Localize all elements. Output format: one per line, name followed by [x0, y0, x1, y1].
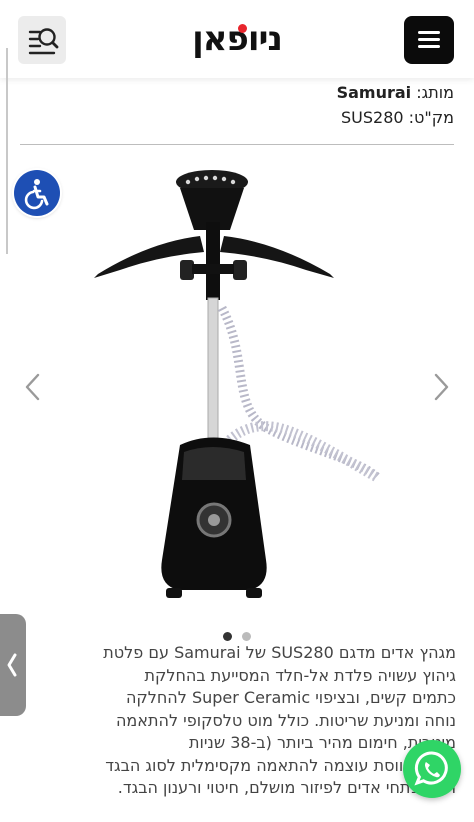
whatsapp-button[interactable] — [403, 740, 461, 798]
carousel-dot[interactable] — [242, 632, 251, 641]
chevron-left-icon — [7, 653, 17, 677]
side-drawer-tab[interactable] — [0, 614, 26, 716]
search-button[interactable] — [18, 16, 66, 64]
hamburger-line — [418, 38, 440, 41]
logo-text: ניופאן — [192, 19, 283, 59]
description-line: נוחה ומניעת שריטות. כולל מוט טלסקופי להת… — [115, 710, 456, 730]
description-line: מגהץ אדים מדגם SUS280 של Samurai עם פלטת — [103, 643, 456, 662]
sku-value: SUS280 — [341, 108, 404, 127]
whatsapp-icon — [414, 751, 448, 786]
description-line: ו-10 פתחי אדים לפיזור מושלם, חיטוי ורענו… — [117, 778, 456, 797]
product-image — [94, 170, 382, 598]
site-logo[interactable]: ניופאן — [170, 18, 304, 60]
brand-label: מותג: — [416, 83, 454, 102]
menu-button[interactable] — [404, 16, 454, 64]
product-meta: מותג: Samurai מק"ט: SUS280 — [34, 80, 454, 130]
search-list-icon — [28, 28, 59, 55]
carousel-dot-active[interactable] — [223, 632, 232, 641]
carousel-prev-arrow-icon[interactable] — [18, 370, 48, 404]
hamburger-line — [418, 45, 440, 48]
description-line: בלבד), ווסת עוצמה להתאמה מקסימלית לסוג ה… — [105, 755, 456, 775]
accessibility-button[interactable] — [14, 170, 60, 216]
sku-row: מק"ט: SUS280 — [34, 105, 454, 130]
sku-label: מק"ט: — [408, 108, 454, 127]
hamburger-menu-icon — [418, 31, 440, 34]
description-line: גיהוץ עשויה פלדת אל-חלד המסייעת בהחלקת — [144, 665, 456, 685]
product-description: מגהץ אדים מדגם SUS280 של Samurai עם פלטת… — [16, 642, 456, 822]
brand-row: מותג: Samurai — [34, 80, 454, 105]
wheelchair-icon — [24, 179, 49, 210]
logo-red-dot — [238, 24, 247, 33]
site-header: ניופאן — [0, 0, 474, 78]
description-line: כתמים קשים, ובציפוי Super Ceramic להחלקה — [125, 688, 456, 707]
description-line: מיטבית, חימום מהיר ביותר (ב-38 שניות — [188, 733, 456, 752]
brand-value: Samurai — [336, 83, 412, 102]
divider — [20, 144, 454, 145]
scroll-indicator — [6, 48, 8, 254]
carousel-next-arrow-icon[interactable] — [426, 370, 456, 404]
